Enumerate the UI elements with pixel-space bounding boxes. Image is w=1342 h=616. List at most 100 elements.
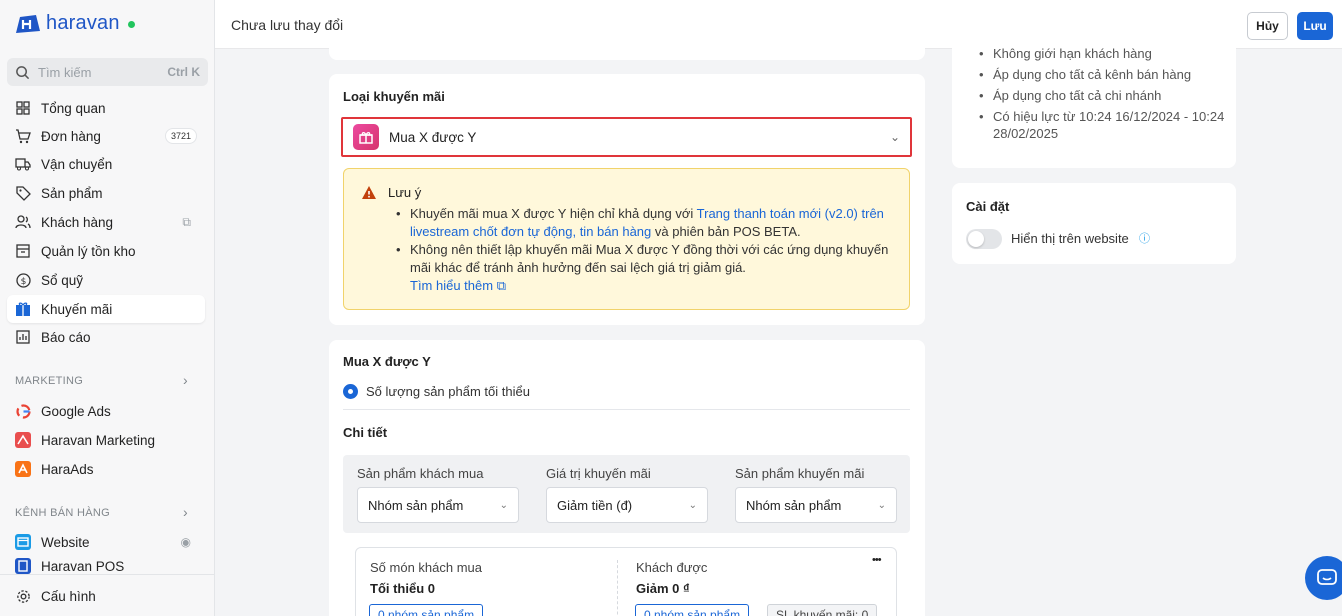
help-icon[interactable]: ⓘ [1139,230,1150,246]
chart-icon [15,329,31,345]
alert-bullet: Khuyến mãi mua X được Y hiện chỉ khả dụn… [388,205,898,241]
search-shortcut: Ctrl K [167,65,200,79]
search-placeholder: Tìm kiếm [38,64,92,80]
sidebar-item-promotions[interactable]: Khuyến mãi [7,295,205,323]
learn-more-label: Tìm hiểu thêm [410,278,494,293]
cancel-button[interactable]: Hủy [1247,12,1288,40]
sidebar-item-label: Sổ quỹ [41,272,84,288]
select-value: Giảm tiền (đ) [557,497,633,513]
pos-icon [15,558,31,574]
gift-icon [15,301,31,317]
show-on-website-toggle[interactable] [966,229,1002,249]
sidebar-item-products[interactable]: Sản phẩm [7,179,205,207]
search-input[interactable]: Tìm kiếm Ctrl K [7,58,208,86]
haravan-marketing-icon [15,432,31,448]
select-value: Nhóm sản phẩm [746,497,842,513]
divider [617,560,618,616]
min-quantity-label: Số lượng sản phẩm tối thiểu [366,384,530,399]
promo-product-select[interactable]: Nhóm sản phẩm ⌄ [735,487,897,523]
settings-card: Cài đặt [952,183,1236,264]
sidebar-item-label: Khuyến mãi [41,301,113,317]
chevron-right-icon[interactable]: › [183,504,188,520]
sidebar-item-reports[interactable]: Báo cáo [7,323,205,351]
external-link-icon: ⧉ [496,278,507,293]
sidebar-item-customers[interactable]: Khách hàng ⧉ [7,208,205,236]
summary-item: Không giới hạn khách hàng [976,43,1226,64]
dashboard-icon [15,100,31,116]
chevron-right-icon[interactable]: › [183,372,188,388]
alert-list: Khuyến mãi mua X được Y hiện chỉ khả dụn… [388,205,898,277]
buy-x-get-y-title: Mua X được Y [343,354,431,369]
summary-item: Áp dụng cho tất cả kênh bán hàng [976,64,1226,85]
orders-count-badge: 3721 [164,128,197,144]
save-button[interactable]: Lưu [1297,12,1333,40]
buy-product-group-button[interactable]: 0 nhóm sản phẩm [369,604,484,616]
page-title: Chưa lưu thay đổi [231,17,344,33]
sidebar-item-label: Website [41,534,90,550]
sidebar-item-label: Đơn hàng [41,128,101,144]
chat-support-button[interactable] [1305,556,1342,600]
show-on-website-label: Hiển thị trên website [1011,231,1129,246]
summary-item: Có hiệu lực từ 10:24 16/12/2024 - 10:24 … [976,106,1226,142]
sidebar-item-label: Quản lý tồn kho [41,243,136,259]
get-product-group-button[interactable]: 0 nhóm sản phẩm [635,604,750,616]
eye-icon[interactable]: ◉ [181,535,191,549]
sidebar-item-label: HaraAds [41,461,94,477]
divider [343,409,910,410]
discount-value-select[interactable]: Giảm tiền (đ) ⌄ [546,487,708,523]
sidebar-item-inventory[interactable]: Quản lý tồn kho [7,237,205,265]
cart-icon [15,128,31,144]
buy-qty-label: Số món khách mua [370,560,483,575]
alert-text: và phiên bản POS BETA. [651,224,801,239]
sidebar-item-google-ads[interactable]: Google Ads [7,397,205,425]
sidebar-item-label: Vận chuyển [41,156,113,172]
settings-title: Cài đặt [966,199,1010,214]
chevron-down-icon: ⌄ [499,499,508,511]
gear-icon [15,588,31,604]
sidebar-item-settings[interactable]: Cấu hình [7,582,205,610]
more-options-icon[interactable]: ••• [872,554,882,566]
brand-name: haravan [46,12,120,34]
buy-product-select[interactable]: Nhóm sản phẩm ⌄ [357,487,519,523]
condition-card: Số món khách mua Tối thiểu 0 0 nhóm sản … [355,547,897,616]
min-quantity-radio[interactable] [343,384,358,399]
summary-item: Áp dụng cho tất cả chi nhánh [976,85,1226,106]
get-label: Khách được [636,560,708,575]
sidebar-item-haraads[interactable]: HaraAds [7,455,205,483]
sidebar-item-haravan-marketing[interactable]: Haravan Marketing [7,426,205,454]
previous-card [329,40,925,60]
haravan-logo-icon [16,14,40,33]
inventory-icon [15,243,31,259]
learn-more-link[interactable]: Tìm hiểu thêm ⧉ [410,278,506,294]
sidebar-item-label: Khách hàng [41,214,114,230]
sidebar-item-label: Haravan POS [41,558,125,574]
dollar-icon: $ [15,272,31,288]
truck-icon [15,156,31,172]
buy-qty-value: Tối thiểu 0 [370,581,435,596]
haravan-logo[interactable]: haravan [14,12,135,35]
col-label: Giá trị khuyến mãi [546,466,651,481]
col-label: Sản phẩm khuyến mãi [735,466,865,481]
online-status-dot [127,21,135,28]
sidebar-item-shipping[interactable]: Vận chuyển [7,150,205,178]
detail-title: Chi tiết [343,425,388,440]
sidebar-item-label: Cấu hình [41,588,96,604]
promo-gift-icon [353,124,379,150]
sidebar-item-orders[interactable]: Đơn hàng 3721 [7,122,205,150]
sidebar-item-website[interactable]: Website ◉ [7,528,205,556]
website-icon [15,534,31,550]
search-icon [16,65,30,79]
sidebar-item-overview[interactable]: Tổng quan [7,94,205,122]
svg-text:$: $ [20,277,26,287]
promo-type-value: Mua X được Y [389,129,477,145]
customer-extra-icon[interactable]: ⧉ [182,215,191,230]
alert-bullet: Không nên thiết lập khuyến mãi Mua X đượ… [388,241,898,277]
alert-title: Lưu ý [388,185,422,200]
haraads-icon [15,461,31,477]
sidebar-item-pos[interactable]: Haravan POS [7,557,205,575]
sidebar-item-label: Tổng quan [41,100,106,116]
promo-type-select[interactable]: Mua X được Y ⌄ [341,117,912,157]
get-value: Giảm 0 ₫ [636,581,690,596]
sidebar-item-cashbook[interactable]: $ Sổ quỹ [7,266,205,294]
chevron-down-icon: ⌄ [688,499,697,511]
